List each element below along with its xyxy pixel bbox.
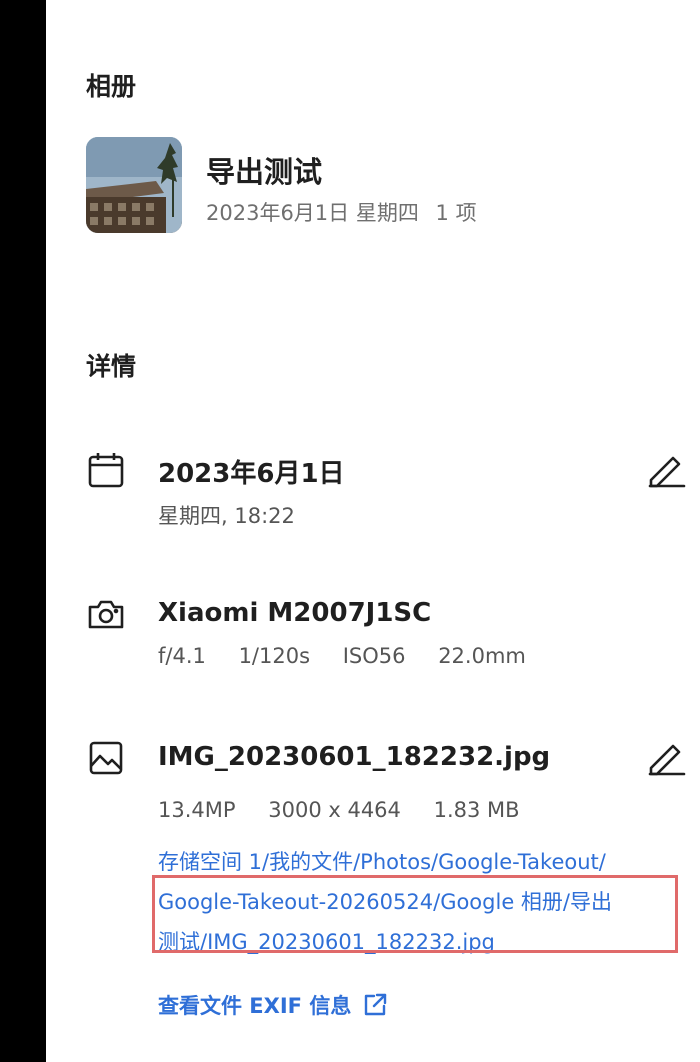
album-section-title: 相册 bbox=[86, 72, 137, 101]
date-subtitle: 星期四, 18:22 bbox=[158, 504, 295, 528]
edit-filename-pencil-icon[interactable] bbox=[646, 738, 686, 778]
album-item-count: 1 项 bbox=[435, 201, 477, 225]
details-section-title: 详情 bbox=[86, 352, 137, 381]
camera-settings: f/4.1 1/120s ISO56 22.0mm bbox=[158, 644, 552, 668]
aperture-value: f/4.1 bbox=[158, 644, 206, 668]
album-name: 导出测试 bbox=[206, 155, 323, 189]
file-size-value: 1.83 MB bbox=[433, 798, 520, 822]
file-path-link[interactable]: 存储空间 1/我的文件/Photos/Google-Takeout/ Googl… bbox=[158, 842, 680, 962]
calendar-icon bbox=[86, 450, 126, 490]
file-path-line: Google-Takeout-20260524/Google 相册/导出 bbox=[158, 890, 612, 914]
file-path-line: 测试/IMG_20230601_182232.jpg bbox=[158, 930, 495, 954]
left-black-bar bbox=[0, 0, 46, 1062]
album-date: 2023年6月1日 星期四 bbox=[206, 201, 419, 225]
file-properties: 13.4MP 3000 x 4464 1.83 MB bbox=[158, 798, 546, 822]
date-title: 2023年6月1日 bbox=[158, 459, 345, 489]
resolution-value: 3000 x 4464 bbox=[268, 798, 401, 822]
view-exif-label: 查看文件 EXIF 信息 bbox=[158, 994, 352, 1018]
file-path-line: 存储空间 1/我的文件/Photos/Google-Takeout/ bbox=[158, 850, 606, 874]
view-exif-link[interactable]: 查看文件 EXIF 信息 bbox=[158, 990, 389, 1020]
megapixels-value: 13.4MP bbox=[158, 798, 236, 822]
camera-model: Xiaomi M2007J1SC bbox=[158, 598, 432, 628]
album-thumbnail-image bbox=[86, 137, 182, 233]
album-card[interactable]: 导出测试 2023年6月1日 星期四 1 项 bbox=[86, 137, 646, 237]
camera-icon bbox=[86, 594, 126, 634]
shutter-value: 1/120s bbox=[238, 644, 311, 668]
iso-value: ISO56 bbox=[342, 644, 406, 668]
image-icon bbox=[86, 738, 126, 778]
edit-date-pencil-icon[interactable] bbox=[646, 450, 686, 490]
file-name: IMG_20230601_182232.jpg bbox=[158, 742, 551, 772]
album-meta: 2023年6月1日 星期四 1 项 bbox=[206, 197, 487, 227]
focal-length-value: 22.0mm bbox=[438, 644, 526, 668]
album-thumbnail bbox=[86, 137, 182, 233]
external-link-icon bbox=[365, 993, 387, 1016]
details-panel: 相册 导出测试 2023年6月1日 星期四 1 项 详情 2023年6月1日 星… bbox=[46, 0, 700, 1062]
